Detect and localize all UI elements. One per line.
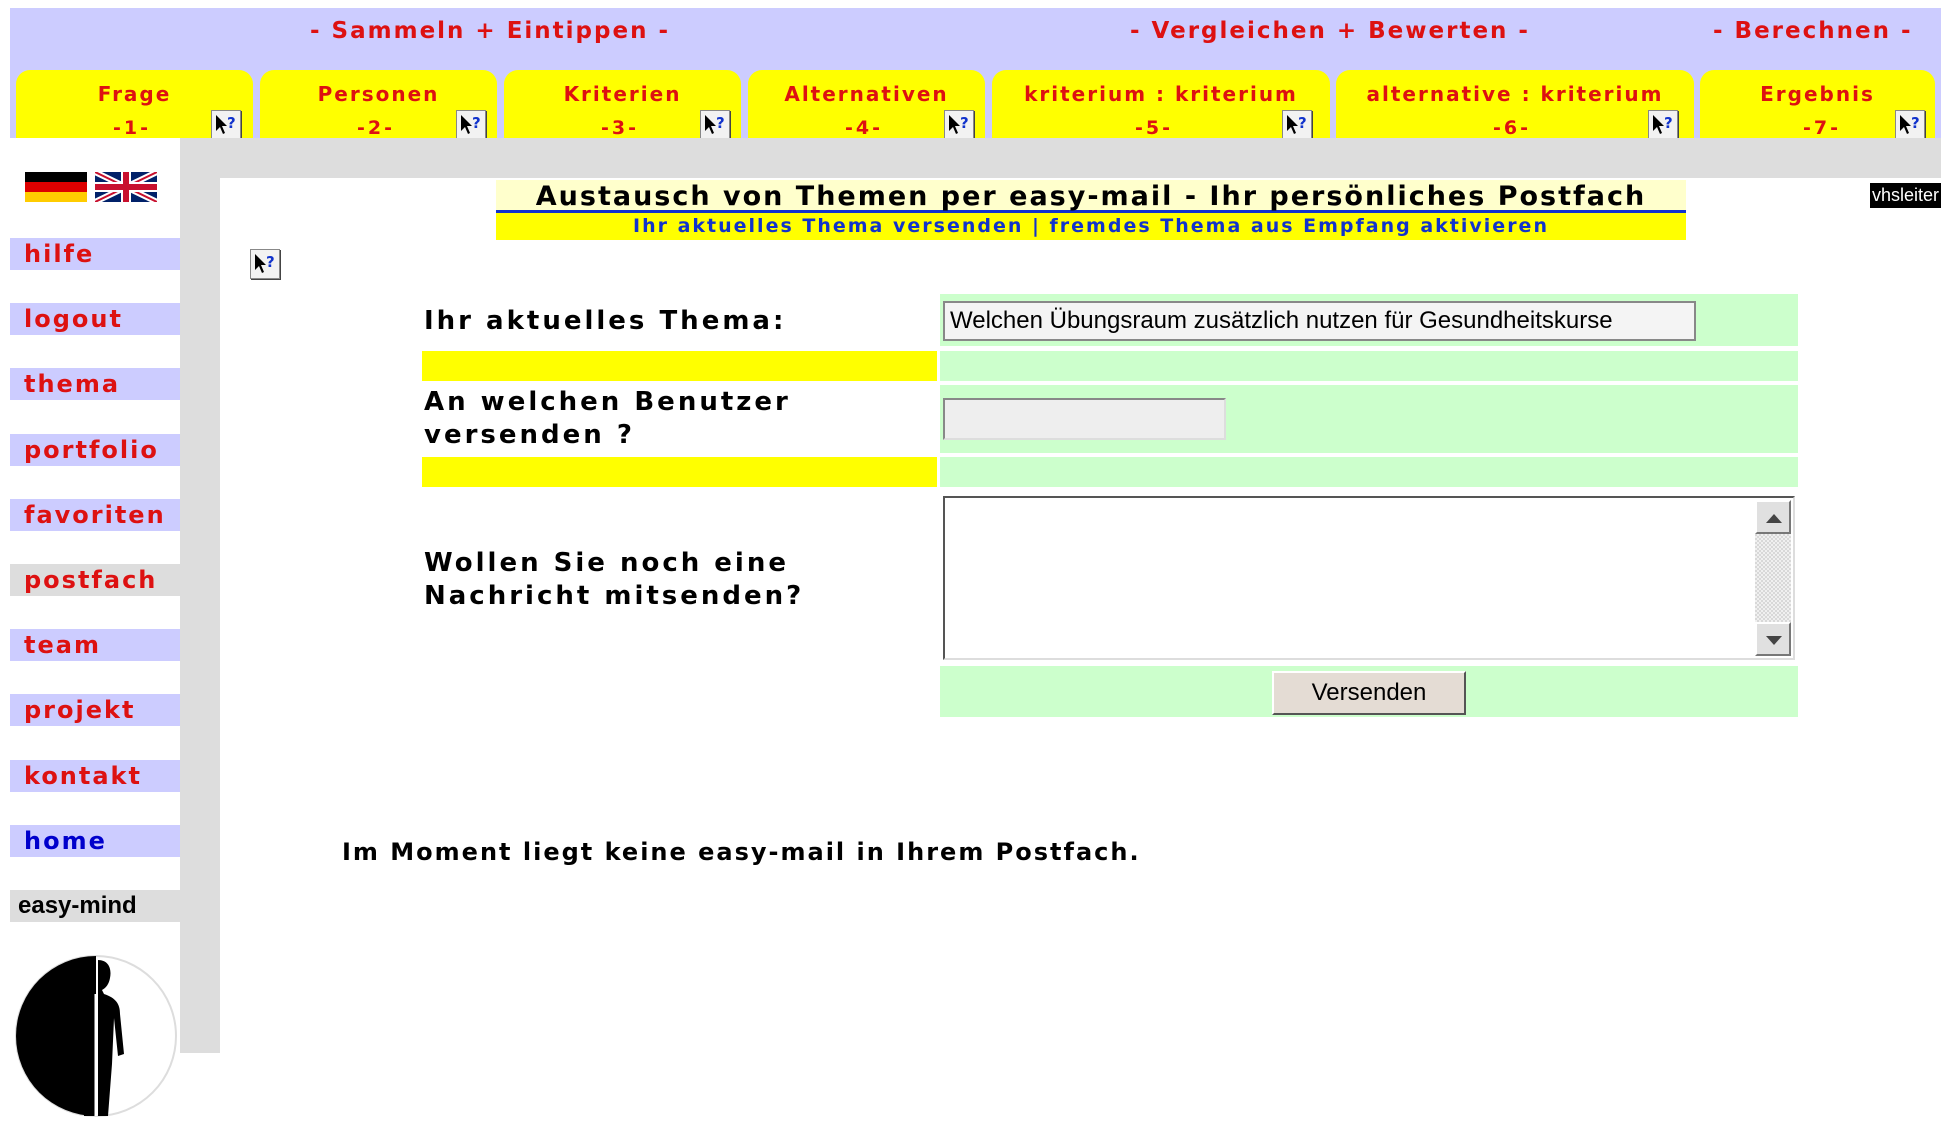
tab-label: kriterium : kriterium	[1024, 82, 1298, 106]
nav-postfach[interactable]: postfach	[10, 564, 180, 596]
tab-kriterien[interactable]: Kriterien -3- ?	[504, 70, 741, 140]
inbox-empty-message: Im Moment liegt keine easy-mail in Ihrem…	[342, 838, 1141, 866]
nav-thema[interactable]: thema	[10, 368, 180, 400]
svg-text:?: ?	[1664, 114, 1673, 132]
separator-bar	[422, 457, 937, 487]
tab-label: Frage	[97, 82, 172, 106]
process-header: - Sammeln + Eintippen - - Vergleichen + …	[10, 8, 1941, 140]
tab-label: alternative : kriterium	[1366, 82, 1664, 106]
current-user-badge: vhsleiter	[1869, 183, 1941, 208]
tab-alternative-kriterium[interactable]: alternative : kriterium -6- ?	[1336, 70, 1694, 140]
sub-navigation[interactable]: Ihr aktuelles Thema versenden | fremdes …	[496, 213, 1686, 240]
recipient-input[interactable]	[943, 398, 1226, 440]
help-icon[interactable]: ?	[211, 110, 241, 140]
recipient-label-line: versenden ?	[424, 420, 635, 450]
phase-calculate: - Berechnen -	[1713, 18, 1913, 44]
phase-collect: - Sammeln + Eintippen -	[310, 18, 671, 44]
nav-kontakt[interactable]: kontakt	[10, 760, 180, 792]
nav-favoriten[interactable]: favoriten	[10, 499, 180, 531]
svg-text:?: ?	[227, 114, 236, 132]
help-icon[interactable]: ?	[944, 110, 974, 140]
textarea-scrollbar[interactable]	[1755, 500, 1791, 656]
help-icon[interactable]: ?	[250, 249, 280, 279]
tab-number: -1-	[113, 117, 151, 139]
message-label: Wollen Sie noch eine Nachricht mitsenden…	[424, 547, 804, 613]
svg-text:?: ?	[960, 114, 969, 132]
svg-text:?: ?	[716, 114, 725, 132]
tab-number: -3-	[601, 117, 639, 139]
nav-hilfe[interactable]: hilfe	[10, 238, 180, 270]
tab-ergebnis[interactable]: Ergebnis -7- ?	[1700, 70, 1935, 140]
nav-home[interactable]: home	[10, 825, 180, 857]
tab-number: -6-	[1493, 117, 1531, 139]
recipient-label: An welchen Benutzer versenden ?	[424, 386, 791, 452]
help-icon[interactable]: ?	[1648, 110, 1678, 140]
help-icon[interactable]: ?	[700, 110, 730, 140]
phase-compare: - Vergleichen + Bewerten -	[1130, 18, 1530, 44]
svg-text:?: ?	[266, 253, 275, 271]
nav-logout[interactable]: logout	[10, 303, 180, 335]
nav-brand: easy-mind	[10, 890, 180, 922]
tab-kriterium-kriterium[interactable]: kriterium : kriterium -5- ?	[992, 70, 1330, 140]
tab-number: -4-	[845, 117, 883, 139]
topic-input[interactable]	[943, 301, 1696, 341]
nav-divider-strip	[180, 138, 220, 1053]
page-title: Austausch von Themen per easy-mail - Ihr…	[496, 180, 1686, 213]
separator-cell	[940, 457, 1798, 487]
recipient-label-line: An welchen Benutzer	[424, 387, 791, 417]
message-label-line: Nachricht mitsenden?	[424, 581, 805, 611]
send-button[interactable]: Versenden	[1272, 671, 1466, 715]
help-icon[interactable]: ?	[1895, 110, 1925, 140]
nav-projekt[interactable]: projekt	[10, 694, 180, 726]
tab-label: Alternativen	[784, 82, 949, 106]
nav-team[interactable]: team	[10, 629, 180, 661]
help-icon[interactable]: ?	[456, 110, 486, 140]
separator-bar	[422, 351, 937, 381]
tab-alternativen[interactable]: Alternativen -4- ?	[748, 70, 985, 140]
scroll-up-button[interactable]	[1755, 500, 1791, 534]
topic-label: Ihr aktuelles Thema:	[424, 306, 787, 336]
svg-text:?: ?	[1298, 114, 1307, 132]
tab-frage[interactable]: Frage -1- ?	[16, 70, 253, 140]
tab-number: -5-	[1135, 117, 1173, 139]
separator-cell	[940, 351, 1798, 381]
tab-label: Ergebnis	[1760, 82, 1875, 106]
content-top-frame	[180, 138, 1941, 178]
svg-text:?: ?	[1911, 114, 1920, 132]
german-flag-icon[interactable]	[25, 172, 87, 202]
uk-flag-icon[interactable]	[93, 169, 159, 205]
message-textarea[interactable]	[943, 496, 1795, 660]
tab-number: -7-	[1803, 117, 1841, 139]
svg-text:?: ?	[472, 114, 481, 132]
scroll-down-button[interactable]	[1755, 622, 1791, 656]
arrow-down-icon	[1766, 636, 1782, 645]
page-title-box: Austausch von Themen per easy-mail - Ihr…	[496, 180, 1686, 242]
arrow-up-icon	[1766, 514, 1782, 523]
help-icon[interactable]: ?	[1282, 110, 1312, 140]
easy-mind-logo	[14, 954, 178, 1118]
tab-label: Personen	[317, 82, 440, 106]
nav-portfolio[interactable]: portfolio	[10, 434, 180, 466]
tab-label: Kriterien	[563, 82, 682, 106]
message-label-line: Wollen Sie noch eine	[424, 548, 789, 578]
tab-number: -2-	[357, 117, 395, 139]
tab-personen[interactable]: Personen -2- ?	[260, 70, 497, 140]
